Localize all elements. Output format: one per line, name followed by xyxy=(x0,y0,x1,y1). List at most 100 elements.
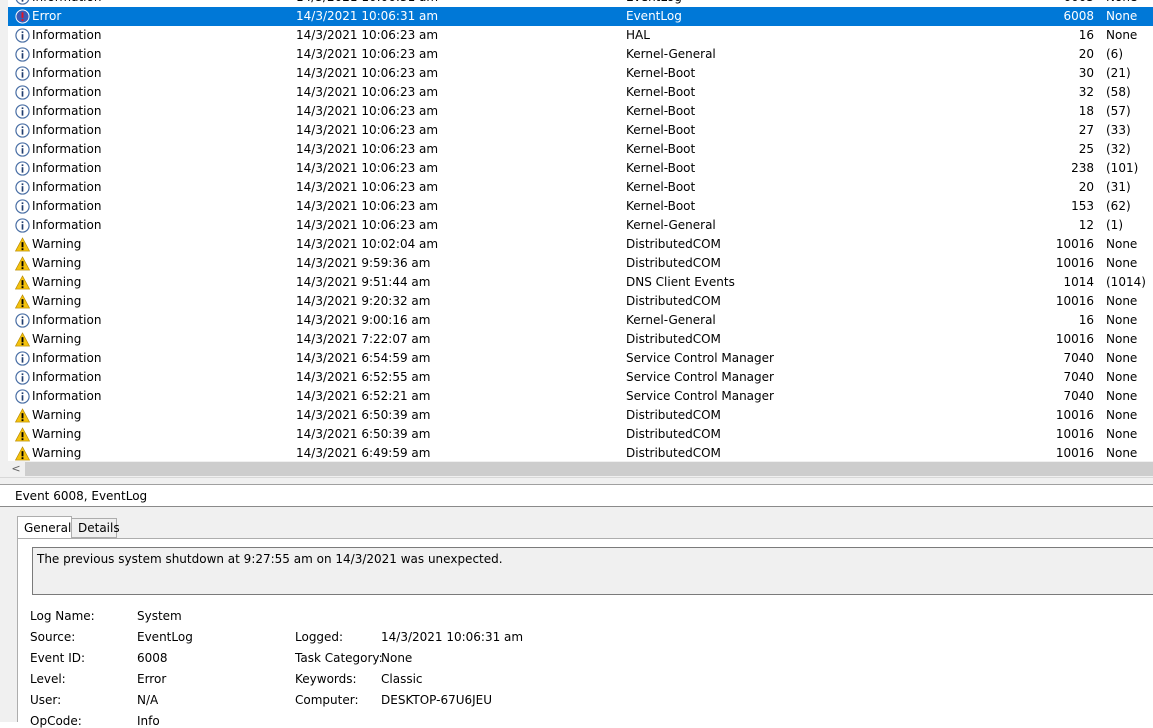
event-source: Kernel-Boot xyxy=(626,142,696,156)
pane-splitter[interactable] xyxy=(0,477,1153,485)
event-row[interactable]: Information 14/3/2021 10:06:23 am Kernel-B… xyxy=(8,178,1153,197)
info-icon xyxy=(14,64,31,83)
event-date: 14/3/2021 10:06:23 am xyxy=(296,142,439,156)
event-row[interactable]: Warning 14/3/2021 6:50:39 am DistributedCO… xyxy=(8,406,1153,425)
event-source: Kernel-Boot xyxy=(626,104,696,118)
event-task-category: (33) xyxy=(1106,123,1131,137)
event-row[interactable]: Information 14/3/2021 10:06:23 am Kernel-B… xyxy=(8,159,1153,178)
logged-value: 14/3/2021 10:06:31 am xyxy=(381,630,524,644)
event-date: 14/3/2021 9:59:36 am xyxy=(296,256,431,270)
opcode-value: Info xyxy=(137,714,160,728)
event-level: Information xyxy=(32,28,102,42)
event-level: Information xyxy=(32,123,102,137)
event-source: Kernel-General xyxy=(626,313,716,327)
event-row[interactable]: Information 14/3/2021 10:06:23 am Kernel-B… xyxy=(8,102,1153,121)
event-id: 10016 xyxy=(1055,446,1094,460)
info-icon xyxy=(14,216,31,235)
event-row[interactable]: Warning 14/3/2021 6:50:39 am DistributedCO… xyxy=(8,425,1153,444)
event-source: DistributedCOM xyxy=(626,427,721,441)
event-date: 14/3/2021 10:06:23 am xyxy=(296,47,439,61)
event-task-category: None xyxy=(1106,294,1138,308)
tab-details[interactable]: Details xyxy=(71,518,120,538)
warning-icon xyxy=(14,406,31,425)
event-date: 14/3/2021 10:06:23 am xyxy=(296,28,439,42)
event-level: Information xyxy=(32,199,102,213)
event-source: DistributedCOM xyxy=(626,332,721,346)
event-row[interactable]: Information 14/3/2021 10:06:23 am Kernel-B… xyxy=(8,64,1153,83)
event-row[interactable]: Information 14/3/2021 10:06:31 am EventLog… xyxy=(8,0,1153,7)
event-row[interactable]: Warning 14/3/2021 6:49:59 am DistributedCO… xyxy=(8,444,1153,461)
event-task-category: (32) xyxy=(1106,142,1131,156)
event-row-selected[interactable]: Error 14/3/2021 10:06:31 am EventLog 6008 No… xyxy=(8,7,1153,26)
level-label: Level: xyxy=(30,672,66,686)
event-source: DistributedCOM xyxy=(626,408,721,422)
task-category-value: None xyxy=(381,651,413,665)
event-row[interactable]: Information 14/3/2021 10:06:23 am Kernel-B… xyxy=(8,83,1153,102)
event-id: 6005 xyxy=(1044,0,1094,7)
info-icon xyxy=(14,311,31,330)
event-source: Service Control Manager xyxy=(626,389,774,403)
event-row[interactable]: Information 14/3/2021 6:54:59 am Service C… xyxy=(8,349,1153,368)
event-source: DistributedCOM xyxy=(626,294,721,308)
event-id: 32 xyxy=(1078,85,1094,99)
event-row[interactable]: Warning 14/3/2021 9:51:44 am DNS Client Ev… xyxy=(8,273,1153,292)
event-row[interactable]: Information 14/3/2021 6:52:55 am Service C… xyxy=(8,368,1153,387)
event-row[interactable]: Information 14/3/2021 9:00:16 am Kernel-Ge… xyxy=(8,311,1153,330)
event-row[interactable]: Information 14/3/2021 10:06:23 am Kernel-B… xyxy=(8,121,1153,140)
event-date: 14/3/2021 9:20:32 am xyxy=(296,294,431,308)
event-level: Warning xyxy=(32,256,82,270)
warning-icon xyxy=(14,444,31,461)
log-name-value: System xyxy=(137,609,182,623)
event-row[interactable]: Information 14/3/2021 10:06:23 am Kernel-G… xyxy=(8,216,1153,235)
scrollbar-thumb[interactable] xyxy=(25,462,1153,476)
event-row[interactable]: Warning 14/3/2021 9:20:32 am DistributedCO… xyxy=(8,292,1153,311)
event-date: 14/3/2021 10:06:23 am xyxy=(296,161,439,175)
event-id: 1014 xyxy=(1063,275,1094,289)
scroll-left-arrow[interactable]: < xyxy=(8,461,24,477)
opcode-label: OpCode: xyxy=(30,714,82,728)
tab-general[interactable]: General xyxy=(17,516,72,539)
event-row[interactable]: Warning 14/3/2021 10:02:04 am DistributedC… xyxy=(8,235,1153,254)
event-row[interactable]: Information 14/3/2021 6:52:21 am Service C… xyxy=(8,387,1153,406)
event-row[interactable]: Information 14/3/2021 10:06:23 am HAL 16 Non… xyxy=(8,26,1153,45)
event-list[interactable]: Information 14/3/2021 10:06:31 am EventLog… xyxy=(8,0,1153,461)
event-id: 7040 xyxy=(1063,351,1094,365)
info-icon xyxy=(14,178,31,197)
event-date: 14/3/2021 6:49:59 am xyxy=(296,446,431,460)
error-icon xyxy=(14,7,31,26)
event-message-box[interactable]: The previous system shutdown at 9:27:55 … xyxy=(32,547,1153,595)
event-task-category: None xyxy=(1106,427,1138,441)
event-level: Information xyxy=(32,313,102,327)
event-id: 10016 xyxy=(1055,332,1094,346)
event-level: Warning xyxy=(32,294,82,308)
event-task-category: None xyxy=(1106,370,1138,384)
info-icon xyxy=(14,197,31,216)
event-date: 14/3/2021 10:06:23 am xyxy=(296,218,439,232)
event-id: 7040 xyxy=(1063,389,1094,403)
log-name-label: Log Name: xyxy=(30,609,95,623)
event-task-category: None xyxy=(1106,389,1138,403)
horizontal-scrollbar[interactable]: < xyxy=(8,461,1153,477)
event-level: Information xyxy=(32,104,102,118)
event-level: Warning xyxy=(32,237,82,251)
event-task-category: (21) xyxy=(1106,66,1131,80)
warning-icon xyxy=(14,254,31,273)
detail-title: Event 6008, EventLog xyxy=(15,489,148,503)
event-date: 14/3/2021 10:06:23 am xyxy=(296,85,439,99)
event-task-category: None xyxy=(1106,446,1138,460)
event-id: 18 xyxy=(1078,104,1094,118)
list-left-margin xyxy=(0,0,8,477)
event-source: HAL xyxy=(626,28,650,42)
warning-icon xyxy=(14,235,31,254)
event-row[interactable]: Information 14/3/2021 10:06:23 am Kernel-B… xyxy=(8,197,1153,216)
event-row[interactable]: Warning 14/3/2021 7:22:07 am DistributedCO… xyxy=(8,330,1153,349)
event-level: Information xyxy=(32,142,102,156)
event-date: 14/3/2021 10:06:23 am xyxy=(296,104,439,118)
event-date: 14/3/2021 10:06:23 am xyxy=(296,199,439,213)
computer-value: DESKTOP-67U6JEU xyxy=(381,693,493,707)
event-id: 10016 xyxy=(1055,237,1094,251)
event-row[interactable]: Information 14/3/2021 10:06:23 am Kernel-B… xyxy=(8,140,1153,159)
event-row[interactable]: Warning 14/3/2021 9:59:36 am DistributedCO… xyxy=(8,254,1153,273)
event-row[interactable]: Information 14/3/2021 10:06:23 am Kernel-G… xyxy=(8,45,1153,64)
level-value: Error xyxy=(137,672,167,686)
